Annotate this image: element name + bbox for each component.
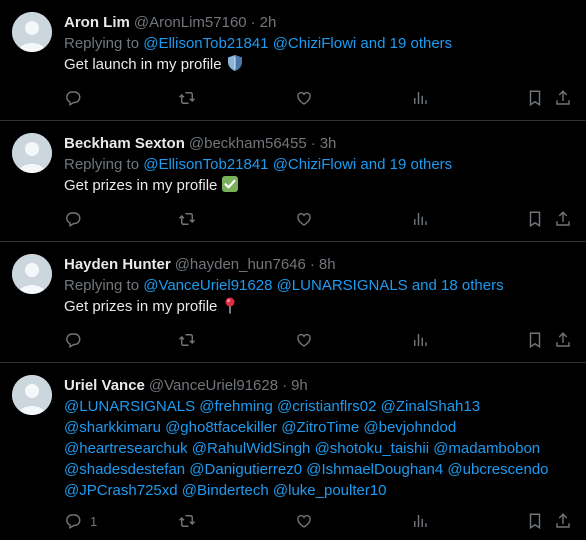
timestamp[interactable]: 2h (260, 14, 277, 31)
avatar[interactable] (12, 254, 52, 294)
bookmark-button[interactable] (526, 89, 544, 107)
analytics-icon (414, 213, 427, 225)
retweet-button[interactable] (178, 331, 196, 349)
heart-icon (297, 514, 311, 528)
replying-to-label: Replying to (64, 35, 140, 52)
heart-icon (297, 212, 311, 226)
tweet-actions (64, 88, 574, 108)
reply-button[interactable] (64, 89, 90, 107)
avatar[interactable] (12, 133, 52, 173)
timestamp[interactable]: 9h (291, 377, 308, 394)
heart-icon (297, 91, 311, 105)
bookmark-icon (529, 211, 541, 228)
author-handle[interactable]: @beckham56455 (189, 135, 307, 152)
bookmark-icon (529, 332, 541, 349)
author-name[interactable]: Beckham Sexton (64, 135, 185, 152)
tweet-text-content: Get launch in my profile (64, 56, 222, 73)
pin-icon (221, 296, 239, 320)
like-button[interactable] (295, 210, 313, 228)
timestamp[interactable]: 8h (319, 256, 336, 273)
retweet-icon (178, 213, 196, 225)
tweet-actions (64, 209, 574, 229)
author-name[interactable]: Hayden Hunter (64, 256, 171, 273)
author-name[interactable]: Uriel Vance (64, 377, 145, 394)
retweet-icon (178, 515, 196, 527)
check-mark-icon (221, 175, 239, 199)
avatar[interactable] (12, 375, 52, 415)
bookmark-icon (529, 513, 541, 530)
tweet[interactable]: Aron Lim @AronLim57160 · 2h Replying to … (0, 0, 586, 121)
author-handle[interactable]: @hayden_hun7646 (175, 256, 306, 273)
avatar[interactable] (12, 12, 52, 52)
analytics-icon (414, 334, 427, 346)
tweet-mentions[interactable]: @LUNARSIGNALS @frehming @cristianflrs02 … (64, 396, 580, 501)
replying-to-label: Replying to (64, 277, 140, 294)
share-icon (556, 90, 570, 105)
bookmark-icon (529, 90, 541, 107)
share-icon (556, 211, 570, 226)
tweet-actions: 1 (64, 511, 574, 531)
retweet-icon (178, 92, 196, 104)
separator-dot: · (310, 134, 316, 152)
bookmark-button[interactable] (526, 331, 544, 349)
tweet-text: Get prizes in my profile (64, 296, 570, 320)
reply-icon (66, 212, 81, 228)
timestamp[interactable]: 3h (320, 135, 337, 152)
heart-icon (297, 333, 311, 347)
reply-button[interactable]: 1 (64, 512, 97, 530)
reply-icon (66, 91, 81, 107)
reply-button[interactable] (64, 331, 90, 349)
share-button[interactable] (554, 512, 572, 530)
tweet-text: Get launch in my profile (64, 54, 570, 78)
separator-dot: · (282, 376, 288, 394)
reply-icon (66, 514, 81, 530)
like-button[interactable] (295, 89, 313, 107)
like-button[interactable] (295, 512, 313, 530)
tweet-actions (64, 330, 574, 350)
replying-to: Replying to @EllisonTob21841 @ChiziFlowi… (64, 33, 570, 54)
replying-to-links[interactable]: @EllisonTob21841 @ChiziFlowi and 19 othe… (143, 156, 452, 173)
analytics-icon (414, 92, 427, 104)
retweet-button[interactable] (178, 210, 196, 228)
views-button[interactable] (411, 331, 429, 349)
tweet[interactable]: Hayden Hunter @hayden_hun7646 · 8h Reply… (0, 242, 586, 363)
bookmark-button[interactable] (526, 512, 544, 530)
tweet-text-content: Get prizes in my profile (64, 177, 218, 194)
share-icon (556, 332, 570, 347)
share-button[interactable] (554, 89, 572, 107)
shield-icon (226, 54, 244, 78)
views-button[interactable] (411, 512, 429, 530)
tweet-text-content: Get prizes in my profile (64, 298, 218, 315)
tweet[interactable]: Uriel Vance @VanceUriel91628 · 9h @LUNAR… (0, 363, 586, 540)
separator-dot: · (250, 13, 256, 31)
reply-count: 1 (90, 513, 98, 529)
reply-button[interactable] (64, 210, 90, 228)
like-button[interactable] (295, 331, 313, 349)
replying-to-links[interactable]: @VanceUriel91628 @LUNARSIGNALS and 18 ot… (143, 277, 503, 294)
share-button[interactable] (554, 210, 572, 228)
author-handle[interactable]: @AronLim57160 (134, 14, 247, 31)
bookmark-button[interactable] (526, 210, 544, 228)
replying-to: Replying to @VanceUriel91628 @LUNARSIGNA… (64, 275, 570, 296)
author-handle[interactable]: @VanceUriel91628 (149, 377, 278, 394)
author-name[interactable]: Aron Lim (64, 14, 130, 31)
analytics-icon (414, 515, 427, 527)
retweet-button[interactable] (178, 512, 196, 530)
replying-to-label: Replying to (64, 156, 140, 173)
retweet-icon (178, 334, 196, 346)
share-icon (556, 513, 570, 528)
replying-to: Replying to @EllisonTob21841 @ChiziFlowi… (64, 154, 570, 175)
views-button[interactable] (411, 210, 429, 228)
reply-icon (66, 333, 81, 349)
tweet[interactable]: Beckham Sexton @beckham56455 · 3h Replyi… (0, 121, 586, 242)
retweet-button[interactable] (178, 89, 196, 107)
tweet-text: Get prizes in my profile (64, 175, 570, 199)
share-button[interactable] (554, 331, 572, 349)
separator-dot: · (309, 255, 315, 273)
views-button[interactable] (411, 89, 429, 107)
replying-to-links[interactable]: @EllisonTob21841 @ChiziFlowi and 19 othe… (143, 35, 452, 52)
